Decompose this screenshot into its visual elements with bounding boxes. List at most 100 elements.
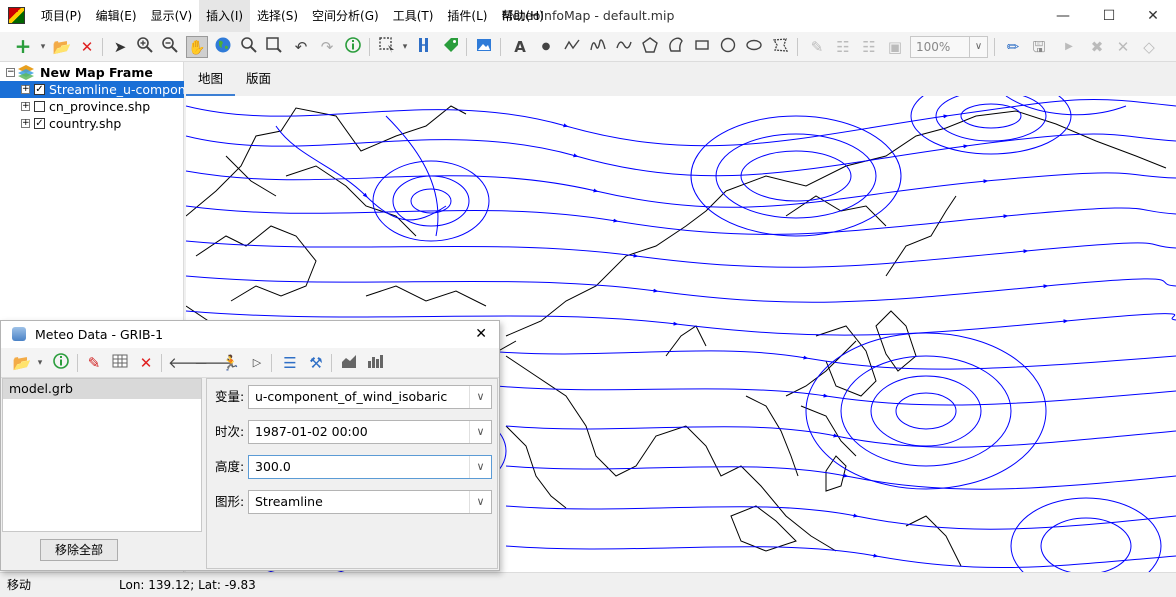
open-folder-icon[interactable]: 📂 — [51, 36, 73, 58]
select-pointer-icon[interactable]: ➤ — [109, 36, 131, 58]
layer-item-country[interactable]: + ✓ country.shp — [0, 115, 184, 132]
list-icon[interactable]: ☰ — [279, 352, 301, 374]
expand-icon[interactable]: + — [21, 102, 30, 111]
curve-polygon-icon[interactable] — [665, 36, 687, 58]
graphic-type-select[interactable]: Streamline ∨ — [248, 490, 492, 514]
animate-icon[interactable]: 🏃 — [220, 352, 242, 374]
save-icon[interactable]: 🖫 — [1028, 36, 1050, 58]
table-icon[interactable] — [109, 352, 131, 374]
text-icon[interactable]: A — [509, 36, 531, 58]
play-icon[interactable]: ▷ — [246, 352, 268, 374]
expand-icon[interactable]: + — [21, 85, 30, 94]
pan-hand-icon[interactable]: ✋ — [186, 36, 208, 58]
delete-disabled-icon[interactable]: ✕ — [1112, 36, 1134, 58]
time-select[interactable]: 1987-01-02 00:00 ∨ — [248, 420, 492, 444]
database-icon — [12, 327, 26, 341]
level-value: 300.0 — [255, 459, 291, 474]
view-tabs: 地图 版面 — [186, 62, 1176, 96]
label-icon[interactable] — [440, 36, 462, 58]
tab-layout[interactable]: 版面 — [234, 62, 283, 96]
dialog-close-button[interactable]: ✕ — [475, 321, 487, 348]
layer-item-streamline[interactable]: + ✓ Streamline_u-compone — [0, 81, 184, 98]
picture-icon[interactable] — [473, 36, 495, 58]
layer-checkbox[interactable] — [34, 101, 45, 112]
toolbar-separator — [797, 38, 798, 56]
menu-plugins[interactable]: 插件(L) — [440, 0, 494, 32]
toolbar-separator — [466, 38, 467, 56]
edit-disabled-icon-2[interactable]: ☷ — [832, 36, 854, 58]
variable-select[interactable]: u-component_of_wind_isobaric ∨ — [248, 385, 492, 409]
zoom-in-icon[interactable] — [134, 36, 156, 58]
collapse-icon[interactable]: − — [6, 68, 15, 77]
clear-icon[interactable]: ✕ — [135, 352, 157, 374]
menu-view[interactable]: 显示(V) — [144, 0, 200, 32]
redo-icon[interactable]: ↷ — [316, 36, 338, 58]
zoom-selection-icon[interactable] — [263, 36, 285, 58]
rectangle-icon[interactable] — [691, 36, 713, 58]
undo-icon[interactable]: ↶ — [290, 36, 312, 58]
edit-pen-icon[interactable]: ✏ — [1002, 36, 1024, 58]
list-item[interactable]: model.grb — [3, 379, 201, 399]
freehand-icon[interactable] — [587, 36, 609, 58]
data-properties-panel: 变量: u-component_of_wind_isobaric ∨ 时次: 1… — [206, 378, 498, 569]
vertex-disabled-icon[interactable]: ◇ — [1138, 36, 1160, 58]
level-label: 高度: — [215, 459, 245, 474]
minimize-button[interactable]: — — [1040, 0, 1086, 32]
dropdown-arrow-icon[interactable]: ▾ — [29, 352, 51, 374]
magnifier-icon[interactable] — [238, 36, 260, 58]
area-chart-icon[interactable] — [338, 352, 360, 374]
full-extent-globe-icon[interactable] — [212, 36, 234, 58]
circle-icon[interactable] — [717, 36, 739, 58]
ellipse-icon[interactable] — [743, 36, 765, 58]
tools-icon[interactable]: ⚒ — [305, 352, 327, 374]
point-icon[interactable]: ● — [535, 36, 557, 58]
map-frame-icon — [18, 65, 34, 80]
add-layer-icon[interactable]: + — [12, 36, 34, 58]
zoom-level-select[interactable]: 100% ∨ — [910, 36, 988, 58]
menu-project[interactable]: 项目(P) — [34, 0, 89, 32]
menu-edit[interactable]: 编辑(E) — [89, 0, 144, 32]
draw-icon[interactable]: ✎ — [83, 352, 105, 374]
main-toolbar: + ▾ 📂 ✕ ➤ ✋ ↶ ↷ ▾ A ● ✎ ☷ ☷ ▣ 100% ∨ ✏ 🖫… — [0, 32, 1176, 62]
menu-tools[interactable]: 工具(T) — [386, 0, 441, 32]
freehand-polygon-icon[interactable] — [769, 36, 791, 58]
bar-chart-icon[interactable] — [364, 352, 386, 374]
play-disabled-icon[interactable]: ▶ — [1058, 36, 1080, 58]
arrow-right-icon[interactable]: 🡒 — [194, 352, 234, 374]
dialog-title-bar[interactable]: Meteo Data - GRIB-1 ✕ — [1, 321, 499, 348]
maximize-button[interactable]: ☐ — [1086, 0, 1132, 32]
tab-map[interactable]: 地图 — [186, 62, 236, 96]
expand-icon[interactable]: + — [21, 119, 30, 128]
identify-icon[interactable] — [342, 36, 364, 58]
polygon-icon[interactable] — [639, 36, 661, 58]
data-file-list[interactable]: model.grb — [2, 378, 202, 532]
layer-checkbox[interactable]: ✓ — [34, 118, 45, 129]
zoom-out-icon[interactable] — [159, 36, 181, 58]
layer-checkbox[interactable]: ✓ — [34, 84, 45, 95]
graphic-type-label: 图形: — [215, 494, 245, 509]
menu-help[interactable]: 帮助(H) — [494, 0, 550, 32]
measure-icon[interactable] — [413, 36, 435, 58]
info-icon[interactable] — [50, 352, 72, 374]
arrow-left-icon[interactable]: 🡐 — [168, 352, 208, 374]
edit-disabled-icon-3[interactable]: ☷ — [858, 36, 880, 58]
toolbar-separator — [994, 38, 995, 56]
toolbar-separator — [500, 38, 501, 56]
split-disabled-icon[interactable]: ✖ — [1086, 36, 1108, 58]
close-window-button[interactable]: ✕ — [1130, 0, 1176, 32]
edit-disabled-icon-1[interactable]: ✎ — [806, 36, 828, 58]
layer-item-cn-province[interactable]: + cn_province.shp — [0, 98, 184, 115]
zoom-level-value: 100% — [916, 40, 951, 54]
polyline-icon[interactable] — [561, 36, 583, 58]
remove-all-button[interactable]: 移除全部 — [40, 539, 118, 561]
menu-select[interactable]: 选择(S) — [250, 0, 305, 32]
menu-insert[interactable]: 插入(I) — [199, 0, 251, 32]
remove-layer-icon[interactable]: ✕ — [76, 36, 98, 58]
graphic-type-value: Streamline — [255, 494, 323, 509]
edit-disabled-icon-4[interactable]: ▣ — [884, 36, 906, 58]
level-select[interactable]: 300.0 ∨ — [248, 455, 492, 479]
map-frame-node[interactable]: − New Map Frame — [0, 64, 184, 81]
status-bar: 移动 Lon: 139.12; Lat: -9.83 — [0, 572, 1176, 597]
curve-icon[interactable] — [613, 36, 635, 58]
menu-spatial-analysis[interactable]: 空间分析(G) — [305, 0, 386, 32]
